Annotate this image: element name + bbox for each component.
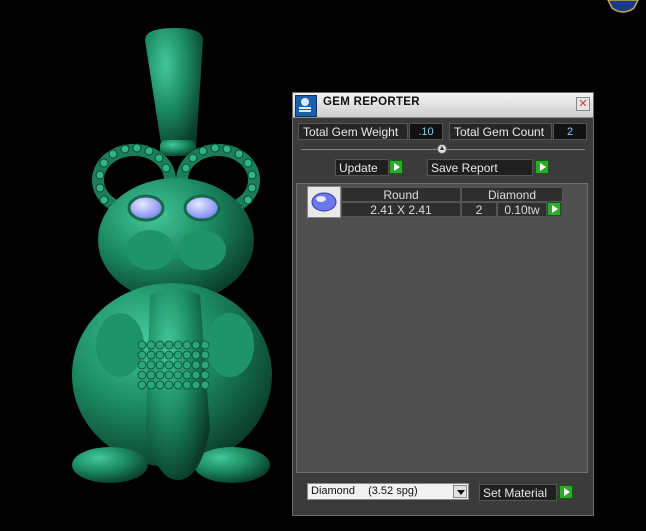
total-gem-count-label: Total Gem Count [449,123,552,140]
gem-weight-cell: 0.10tw [497,202,547,217]
gem-thumbnail[interactable] [307,186,341,218]
gem-reporter-window: GEM REPORTER ✕ Total Gem Weight .10 Tota… [292,92,594,516]
material-select[interactable]: Diamond (3.52 spg) [307,483,469,500]
update-go-arrow-icon[interactable] [389,160,403,174]
set-material-button[interactable]: Set Material [479,484,557,501]
gem-row-go-arrow-icon[interactable] [547,202,561,216]
logo-icon [607,0,639,13]
gem-list: Round Diamond 2.41 X 2.41 2 0.10tw [296,183,588,473]
material-header: Diamond [461,187,563,202]
shape-header: Round [341,187,461,202]
splitter-arrow-icon[interactable]: ▲ [437,144,447,154]
window-titlebar[interactable]: GEM REPORTER ✕ [293,93,593,118]
gem-reporter-icon [295,95,317,117]
dropdown-arrow-icon[interactable] [453,485,467,498]
total-gem-weight-label: Total Gem Weight [298,123,408,140]
material-spg: (3.52 spg) [368,485,418,497]
save-report-go-arrow-icon[interactable] [535,160,549,174]
gem-size-cell: 2.41 X 2.41 [341,202,461,217]
update-button[interactable]: Update [335,159,389,176]
gem-count-cell: 2 [461,202,497,217]
save-report-button[interactable]: Save Report [427,159,533,176]
set-material-go-arrow-icon[interactable] [559,485,573,499]
total-gem-count-value: 2 [553,123,587,140]
window-title: GEM REPORTER [323,96,420,108]
close-icon[interactable]: ✕ [576,97,590,111]
total-gem-weight-value: .10 [409,123,443,140]
material-name: Diamond [311,485,356,497]
